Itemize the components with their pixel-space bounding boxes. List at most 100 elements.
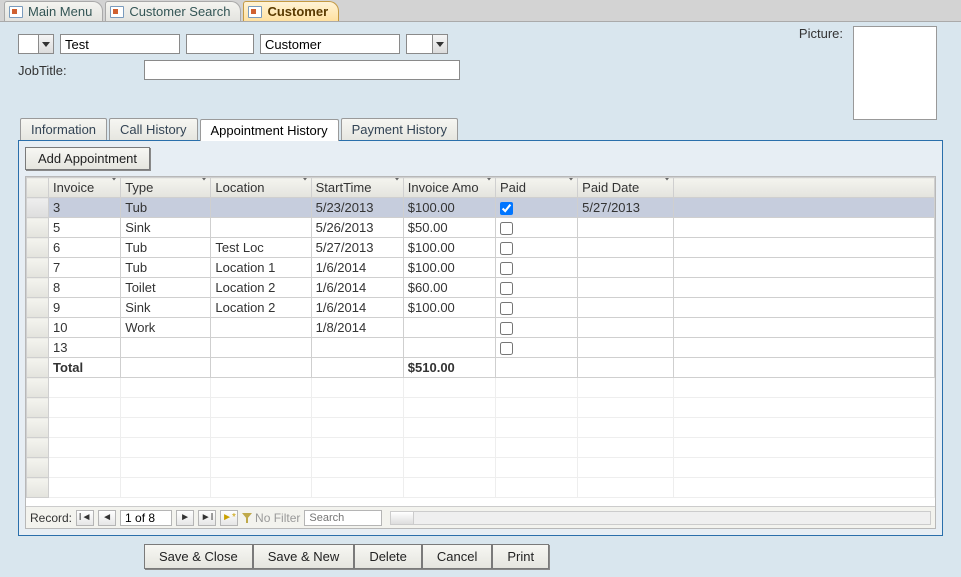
paid-checkbox[interactable] xyxy=(500,262,513,275)
column-header-type[interactable]: Type xyxy=(121,178,211,198)
doc-tab-customer[interactable]: Customer xyxy=(243,1,339,21)
chevron-down-icon[interactable] xyxy=(200,180,208,195)
cell-paid-date[interactable] xyxy=(578,298,674,318)
tab-appointment-history[interactable]: Appointment History xyxy=(200,119,339,141)
cell-amount[interactable] xyxy=(403,338,495,358)
cell-location[interactable] xyxy=(211,198,311,218)
cell-paid-date[interactable] xyxy=(578,218,674,238)
cell-location[interactable]: Location 2 xyxy=(211,278,311,298)
cell-invoice[interactable]: 7 xyxy=(49,258,121,278)
column-header-starttime[interactable]: StartTime xyxy=(311,178,403,198)
table-row[interactable]: 6TubTest Loc5/27/2013$100.00 xyxy=(27,238,935,258)
prefix-input[interactable] xyxy=(18,34,38,54)
cell-paid[interactable] xyxy=(495,338,577,358)
doc-tab-customer-search[interactable]: Customer Search xyxy=(105,1,241,21)
cell-type[interactable]: Tub xyxy=(121,198,211,218)
nav-prev-button[interactable]: ◄ xyxy=(98,510,116,526)
suffix-input[interactable] xyxy=(406,34,432,54)
cell-amount[interactable] xyxy=(403,318,495,338)
table-row[interactable]: 3Tub 5/23/2013$100.00 5/27/2013 xyxy=(27,198,935,218)
cell-starttime[interactable]: 5/26/2013 xyxy=(311,218,403,238)
chevron-down-icon[interactable] xyxy=(393,180,401,195)
cell-paid-date[interactable] xyxy=(578,338,674,358)
cell-paid[interactable] xyxy=(495,298,577,318)
nav-last-button[interactable]: ►I xyxy=(198,510,216,526)
cell-starttime[interactable]: 5/23/2013 xyxy=(311,198,403,218)
picture-box[interactable] xyxy=(853,26,937,120)
cell-location[interactable] xyxy=(211,338,311,358)
jobtitle-input[interactable] xyxy=(144,60,460,80)
cell-type[interactable]: Tub xyxy=(121,238,211,258)
cell-location[interactable]: Test Loc xyxy=(211,238,311,258)
paid-checkbox[interactable] xyxy=(500,302,513,315)
last-name-input[interactable] xyxy=(260,34,400,54)
chevron-down-icon[interactable] xyxy=(567,180,575,195)
cell-starttime[interactable]: 1/6/2014 xyxy=(311,298,403,318)
cell-type[interactable]: Work xyxy=(121,318,211,338)
cell-amount[interactable]: $100.00 xyxy=(403,238,495,258)
cell-invoice[interactable]: 13 xyxy=(49,338,121,358)
column-header-location[interactable]: Location xyxy=(211,178,311,198)
cell-paid[interactable] xyxy=(495,258,577,278)
table-row[interactable]: 9SinkLocation 21/6/2014$100.00 xyxy=(27,298,935,318)
cell-starttime[interactable]: 1/8/2014 xyxy=(311,318,403,338)
cell-amount[interactable]: $50.00 xyxy=(403,218,495,238)
no-filter-indicator[interactable]: No Filter xyxy=(242,511,300,525)
row-selector[interactable] xyxy=(27,238,49,258)
save-close-button[interactable]: Save & Close xyxy=(144,544,253,569)
column-header-invoice[interactable]: Invoice xyxy=(49,178,121,198)
cell-starttime[interactable]: 1/6/2014 xyxy=(311,258,403,278)
cell-invoice[interactable]: 3 xyxy=(49,198,121,218)
cell-paid-date[interactable] xyxy=(578,318,674,338)
row-selector[interactable] xyxy=(27,198,49,218)
cell-amount[interactable]: $100.00 xyxy=(403,198,495,218)
paid-checkbox[interactable] xyxy=(500,342,513,355)
column-header-paid-date[interactable]: Paid Date xyxy=(578,178,674,198)
nav-new-button[interactable]: ►* xyxy=(220,510,238,526)
nav-first-button[interactable]: I◄ xyxy=(76,510,94,526)
cell-amount[interactable]: $100.00 xyxy=(403,258,495,278)
tab-information[interactable]: Information xyxy=(20,118,107,140)
cell-type[interactable]: Sink xyxy=(121,218,211,238)
add-appointment-button[interactable]: Add Appointment xyxy=(25,147,150,170)
cell-paid[interactable] xyxy=(495,198,577,218)
table-row[interactable]: 10Work 1/8/2014 xyxy=(27,318,935,338)
cell-invoice[interactable]: 8 xyxy=(49,278,121,298)
cell-paid[interactable] xyxy=(495,278,577,298)
cell-starttime[interactable]: 5/27/2013 xyxy=(311,238,403,258)
table-row[interactable]: 8ToiletLocation 21/6/2014$60.00 xyxy=(27,278,935,298)
delete-button[interactable]: Delete xyxy=(354,544,422,569)
table-row[interactable]: 5Sink5/26/2013$50.00 xyxy=(27,218,935,238)
cancel-button[interactable]: Cancel xyxy=(422,544,492,569)
chevron-down-icon[interactable] xyxy=(432,34,448,54)
cell-paid[interactable] xyxy=(495,318,577,338)
cell-paid-date[interactable] xyxy=(578,278,674,298)
record-position-input[interactable] xyxy=(120,510,172,526)
cell-paid-date[interactable] xyxy=(578,238,674,258)
row-selector[interactable] xyxy=(27,358,49,378)
row-selector[interactable] xyxy=(27,218,49,238)
cell-invoice[interactable]: 10 xyxy=(49,318,121,338)
save-new-button[interactable]: Save & New xyxy=(253,544,355,569)
cell-amount[interactable]: $100.00 xyxy=(403,298,495,318)
cell-type[interactable]: Tub xyxy=(121,258,211,278)
search-input[interactable] xyxy=(304,510,382,526)
prefix-combo[interactable] xyxy=(18,34,54,54)
row-selector[interactable] xyxy=(27,338,49,358)
cell-amount[interactable]: $60.00 xyxy=(403,278,495,298)
paid-checkbox[interactable] xyxy=(500,222,513,235)
horizontal-scrollbar[interactable] xyxy=(390,511,931,525)
select-all-corner[interactable] xyxy=(27,178,49,198)
paid-checkbox[interactable] xyxy=(500,322,513,335)
doc-tab-main-menu[interactable]: Main Menu xyxy=(4,1,103,21)
tab-payment-history[interactable]: Payment History xyxy=(341,118,458,140)
cell-paid[interactable] xyxy=(495,238,577,258)
cell-paid-date[interactable]: 5/27/2013 xyxy=(578,198,674,218)
paid-checkbox[interactable] xyxy=(500,282,513,295)
cell-starttime[interactable] xyxy=(311,338,403,358)
first-name-input[interactable] xyxy=(60,34,180,54)
cell-location[interactable] xyxy=(211,318,311,338)
suffix-combo[interactable] xyxy=(406,34,448,54)
nav-next-button[interactable]: ► xyxy=(176,510,194,526)
cell-type[interactable]: Toilet xyxy=(121,278,211,298)
